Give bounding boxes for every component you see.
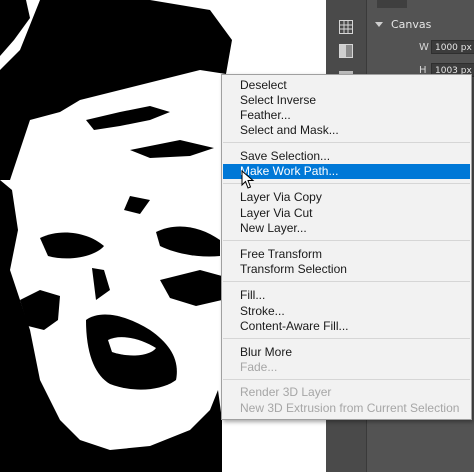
context-menu: Deselect Select Inverse Feather... Selec… bbox=[221, 74, 472, 420]
menu-item-deselect[interactable]: Deselect bbox=[223, 78, 470, 93]
grid-icon[interactable] bbox=[337, 18, 355, 36]
menu-item-fade: Fade... bbox=[240, 360, 278, 374]
width-label: W bbox=[419, 41, 429, 53]
menu-item-free-transform[interactable]: Free Transform bbox=[223, 247, 470, 262]
menu-item-transform-selection[interactable]: Transform Selection bbox=[223, 262, 470, 277]
menu-item-layer-via-cut[interactable]: Layer Via Cut bbox=[223, 206, 470, 221]
arrow-cursor-icon bbox=[241, 169, 255, 194]
menu-item-fill[interactable]: Fill... bbox=[223, 288, 470, 303]
menu-item-layer-via-copy[interactable]: Layer Via Copy bbox=[223, 190, 470, 205]
menu-separator bbox=[223, 379, 470, 380]
menu-separator bbox=[223, 281, 470, 282]
menu-item-new-3d-extrusion: New 3D Extrusion from Current Selection bbox=[240, 401, 460, 415]
menu-separator bbox=[223, 183, 470, 184]
panel-tab[interactable] bbox=[377, 0, 407, 8]
menu-item-new-layer[interactable]: New Layer... bbox=[223, 221, 470, 236]
menu-item-render-3d-layer: Render 3D Layer bbox=[240, 385, 332, 399]
menu-item-feather[interactable]: Feather... bbox=[223, 108, 470, 123]
menu-item-select-inverse[interactable]: Select Inverse bbox=[223, 93, 470, 108]
menu-separator bbox=[223, 240, 470, 241]
canvas-section-title: Canvas bbox=[391, 17, 432, 31]
menu-item-make-work-path[interactable]: Make Work Path... bbox=[223, 164, 470, 179]
menu-item-blur-more[interactable]: Blur More bbox=[223, 345, 470, 360]
menu-separator bbox=[223, 142, 470, 143]
width-field[interactable]: 1000 px bbox=[431, 40, 474, 54]
menu-item-content-aware-fill[interactable]: Content-Aware Fill... bbox=[223, 319, 470, 334]
canvas-section-header[interactable]: Canvas bbox=[375, 17, 431, 31]
menu-item-save-selection[interactable]: Save Selection... bbox=[223, 149, 470, 164]
width-row: W 1000 px bbox=[419, 39, 474, 55]
menu-item-stroke[interactable]: Stroke... bbox=[223, 304, 470, 319]
menu-separator bbox=[223, 338, 470, 339]
gradient-swatch-icon[interactable] bbox=[337, 42, 355, 60]
menu-item-select-and-mask[interactable]: Select and Mask... bbox=[223, 123, 470, 138]
chevron-down-icon bbox=[375, 21, 383, 27]
